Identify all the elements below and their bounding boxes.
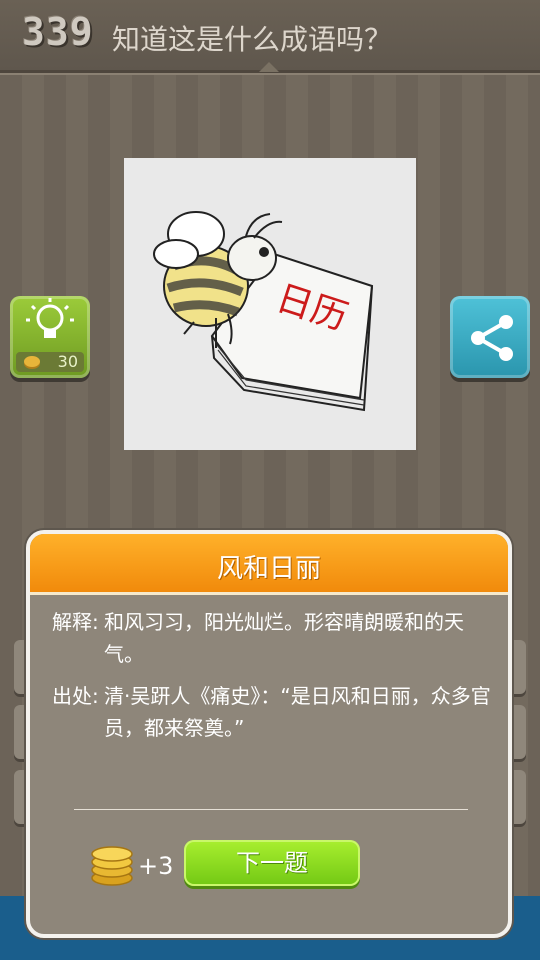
next-question-button[interactable]: 下一题 bbox=[184, 840, 360, 886]
hint-cost-value: 30 bbox=[57, 352, 78, 371]
source-row: 出处: 清·吴趼人《痛史》：“是日风和日丽，众多官员，都来祭奠。” bbox=[52, 680, 500, 744]
share-icon bbox=[471, 315, 513, 361]
explanation-row: 解释: 和风习习，阳光灿烂。形容晴朗暖和的天气。 bbox=[52, 606, 500, 670]
divider bbox=[74, 809, 468, 810]
level-number: 339 bbox=[22, 10, 94, 54]
coin-stack-icon bbox=[91, 846, 133, 886]
share-button[interactable] bbox=[450, 296, 530, 378]
hint-cost: 30 bbox=[16, 352, 84, 372]
explanation-text: 和风习习，阳光灿烂。形容晴朗暖和的天气。 bbox=[104, 610, 464, 666]
header-notch bbox=[259, 62, 279, 72]
top-bar: 339 知道这是什么成语吗？ bbox=[0, 0, 540, 73]
coin-icon bbox=[24, 356, 40, 367]
answer-dialog: 风和日丽 解释: 和风习习，阳光灿烂。形容晴朗暖和的天气。 出处: 清·吴趼人《痛史… bbox=[26, 530, 512, 938]
bee-on-calendar-icon: 日历 bbox=[153, 211, 374, 412]
puzzle-image: 日历 bbox=[124, 158, 416, 450]
source-label: 出处: bbox=[52, 684, 99, 708]
idiom-answer: 风和日丽 bbox=[216, 554, 321, 584]
dialog-header: 风和日丽 bbox=[30, 534, 508, 595]
question-text: 知道这是什么成语吗？ bbox=[112, 23, 393, 56]
lightbulb-icon bbox=[26, 298, 74, 338]
hint-button[interactable]: 30 bbox=[10, 296, 90, 378]
source-text: 清·吴趼人《痛史》：“是日风和日丽，众多官员，都来祭奠。” bbox=[104, 684, 491, 740]
explanation-label: 解释: bbox=[52, 610, 99, 634]
coin-reward: +3 bbox=[138, 852, 174, 880]
